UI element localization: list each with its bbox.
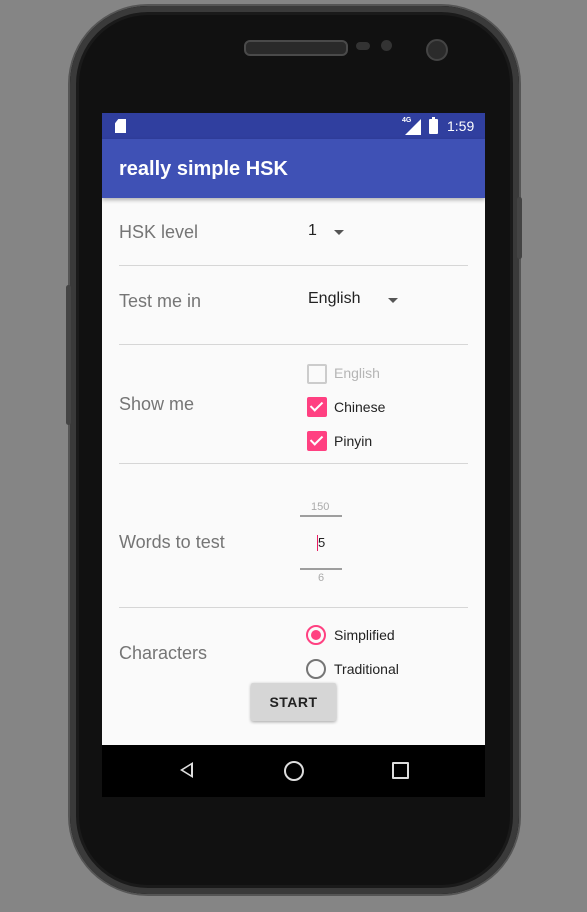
recents-icon[interactable] [392,762,409,779]
simplified-label: Simplified [334,627,395,643]
test-me-in-value: English [308,290,361,307]
traditional-label: Traditional [334,661,399,677]
screen: 4G 1:59 really simple HSK HSK level 1 Te… [102,113,485,745]
divider [119,265,468,266]
divider [119,463,468,464]
picker-divider-top [300,515,342,517]
proximity-sensor [356,42,370,50]
show-me-label: Show me [119,394,195,414]
show-english-checkbox[interactable] [307,364,327,384]
app-title: really simple HSK [119,158,288,180]
front-camera [426,39,448,61]
hsk-level-value: 1 [308,222,317,239]
battery-icon [429,117,438,134]
divider [119,344,468,345]
show-english-label: English [334,365,380,381]
status-bar: 4G 1:59 [102,113,485,139]
text-cursor [317,535,318,551]
show-pinyin-checkbox[interactable] [307,431,327,451]
home-icon[interactable] [284,761,304,781]
picker-divider-bottom [300,568,342,570]
app-bar: really simple HSK [102,139,485,198]
sd-card-icon [115,119,126,133]
light-sensor [381,40,392,51]
show-chinese-checkbox[interactable] [307,397,327,417]
hsk-level-label: HSK level [119,222,199,242]
test-me-in-label: Test me in [119,291,202,311]
earpiece-speaker [244,40,348,56]
network-type-label: 4G [402,117,412,124]
show-chinese-label: Chinese [334,399,386,415]
divider [119,607,468,608]
picker-previous-value[interactable]: 150 [311,501,329,513]
volume-button [66,285,71,425]
dropdown-arrow-icon [388,298,398,303]
status-time: 1:59 [447,118,475,134]
start-button[interactable]: START [251,683,336,721]
picker-current-value[interactable]: 5 [318,535,325,550]
test-me-in-spinner[interactable]: English [302,285,412,315]
back-icon[interactable] [180,762,193,778]
hsk-level-spinner[interactable]: 1 [302,217,362,247]
dropdown-arrow-icon [334,230,344,235]
power-button [517,197,522,259]
traditional-radio[interactable] [306,659,326,679]
show-pinyin-label: Pinyin [334,433,373,449]
picker-next-value[interactable]: 6 [318,572,324,584]
navigation-bar [102,745,485,797]
words-to-test-label: Words to test [119,532,225,552]
simplified-radio[interactable] [306,625,326,645]
characters-label: Characters [119,643,208,663]
